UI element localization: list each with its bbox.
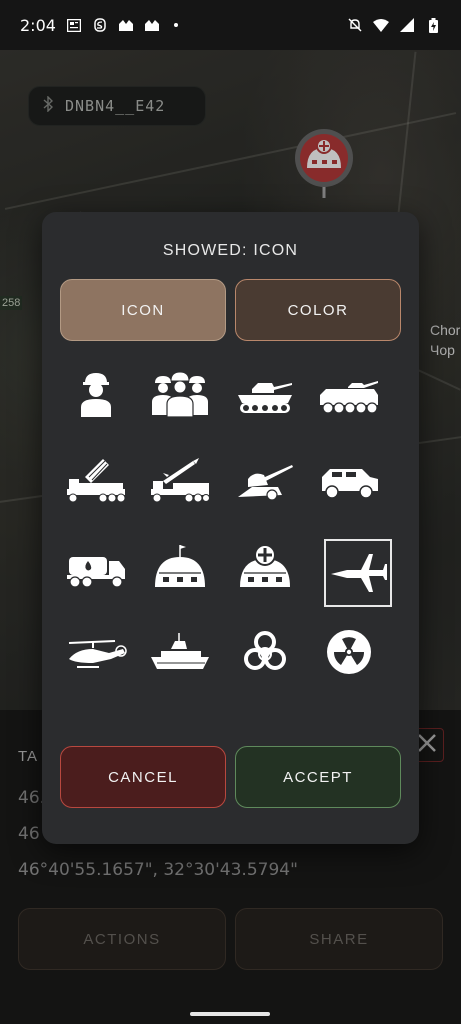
- soldier-icon: [81, 373, 111, 417]
- cancel-button[interactable]: CANCEL: [60, 746, 226, 808]
- battery-icon: [425, 17, 441, 33]
- status-time: 2:04: [20, 15, 56, 35]
- icon-option-tank[interactable]: [231, 360, 299, 428]
- missile-truck-icon: [151, 458, 210, 503]
- icon-option-artillery[interactable]: [231, 446, 299, 514]
- rocket-launcher-truck-icon: [67, 459, 126, 503]
- icon-option-rocket-launcher[interactable]: [62, 446, 130, 514]
- apc-icon: [320, 381, 378, 414]
- helicopter-icon: [68, 640, 127, 668]
- artillery-icon: [238, 465, 293, 501]
- dot-icon: [173, 23, 178, 27]
- fuel-truck-icon: [67, 557, 125, 588]
- field-hospital-icon: [240, 544, 290, 587]
- tab-color[interactable]: COLOR: [235, 279, 401, 341]
- fighter-jet-icon: [331, 554, 387, 592]
- signal-icon: [399, 18, 415, 32]
- icon-option-missile-truck[interactable]: [146, 446, 214, 514]
- dialog-title: SHOWED: ICON: [162, 242, 299, 259]
- icon-option-fighter-jet[interactable]: [324, 539, 392, 607]
- tank-icon: [238, 383, 292, 413]
- newspaper-icon: [66, 18, 82, 32]
- armored-vehicle-icon: [322, 469, 378, 499]
- warship-icon: [151, 633, 209, 669]
- icon-option-hangar[interactable]: [146, 532, 214, 600]
- hangar-icon: [155, 545, 205, 587]
- icon-option-radiation[interactable]: [315, 618, 383, 686]
- icon-option-apc[interactable]: [315, 360, 383, 428]
- icon-option-field-hospital[interactable]: [231, 532, 299, 600]
- icon-option-armored-vehicle[interactable]: [315, 446, 383, 514]
- icon-option-soldier[interactable]: [62, 360, 130, 428]
- mute-icon: [347, 18, 363, 32]
- icon-option-helicopter[interactable]: [62, 618, 130, 686]
- tab-icon[interactable]: ICON: [60, 279, 226, 341]
- squad-icon: [152, 371, 208, 418]
- sports-icon: [118, 18, 134, 32]
- icon-picker-dialog: SHOWED: ICON ICON COLOR CANCEL ACCEPT: [42, 212, 419, 844]
- s-app-icon: [92, 18, 108, 32]
- notification-icons: [66, 18, 178, 32]
- icon-option-squad[interactable]: [146, 360, 214, 428]
- wifi-icon: [373, 18, 389, 32]
- home-indicator[interactable]: [190, 1012, 270, 1016]
- system-icons: [347, 17, 441, 33]
- biohazard-icon: [244, 631, 286, 670]
- accept-button[interactable]: ACCEPT: [235, 746, 401, 808]
- status-bar: 2:04: [0, 0, 461, 50]
- icon-option-biohazard[interactable]: [231, 618, 299, 686]
- sports-icon: [144, 18, 160, 32]
- icon-option-warship[interactable]: [146, 618, 214, 686]
- radiation-icon: [327, 630, 371, 674]
- icon-option-fuel-truck[interactable]: [62, 532, 130, 600]
